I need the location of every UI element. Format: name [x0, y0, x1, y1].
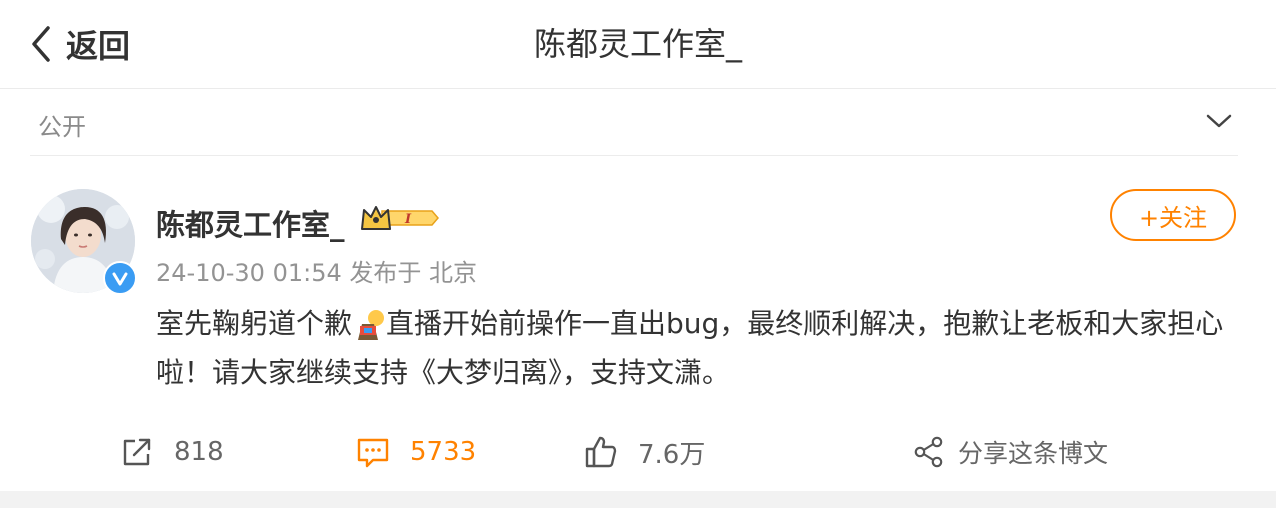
share-icon — [914, 436, 943, 468]
post-timestamp: 24-10-30 01:54 — [156, 259, 342, 287]
visibility-label: 公开 — [38, 113, 86, 141]
like-button[interactable]: 7.6万 — [584, 429, 705, 475]
action-bar: 818 5733 7.6万 分享这条博文 — [0, 429, 1276, 475]
svg-text:I: I — [404, 212, 412, 227]
share-button[interactable]: 分享这条博文 — [912, 429, 1108, 475]
repost-count: 818 — [174, 437, 224, 467]
post-text-part1: 室先鞠躬道个歉 — [156, 307, 353, 340]
post-card: 公开 陈都灵工作室_ I +关注 24-10-30 01:54 发布于 北京 室… — [0, 89, 1276, 491]
author-name[interactable]: 陈都灵工作室_ — [156, 202, 345, 244]
like-count: 7.6万 — [638, 439, 706, 470]
avatar-container[interactable] — [31, 189, 137, 295]
page-title: 陈都灵工作室_ — [533, 25, 742, 63]
repost-button[interactable]: 818 — [120, 429, 224, 475]
repost-icon — [123, 438, 151, 466]
verified-badge-icon — [103, 261, 137, 295]
chevron-down-icon — [1206, 114, 1232, 128]
visibility-selector[interactable]: 公开 — [30, 89, 1238, 156]
comment-icon — [357, 438, 389, 468]
follow-button[interactable]: +关注 — [1110, 189, 1236, 241]
top-navigation-bar: 返回 陈都灵工作室_ — [0, 0, 1276, 89]
post-content: 室先鞠躬道个歉 直播开始前操作一直出bug，最终顺利解决，抱歉让老板和大家担心啦… — [156, 299, 1246, 397]
comment-button[interactable]: 5733 — [356, 429, 476, 475]
thumbs-up-icon — [585, 436, 617, 468]
post-location: 发布于 北京 — [349, 259, 478, 287]
bowing-emoji-icon — [358, 310, 385, 340]
comment-count: 5733 — [410, 437, 477, 467]
post-meta: 24-10-30 01:54 发布于 北京 — [156, 253, 477, 288]
share-label: 分享这条博文 — [958, 439, 1109, 468]
crown-badge-icon[interactable]: I — [360, 203, 440, 233]
